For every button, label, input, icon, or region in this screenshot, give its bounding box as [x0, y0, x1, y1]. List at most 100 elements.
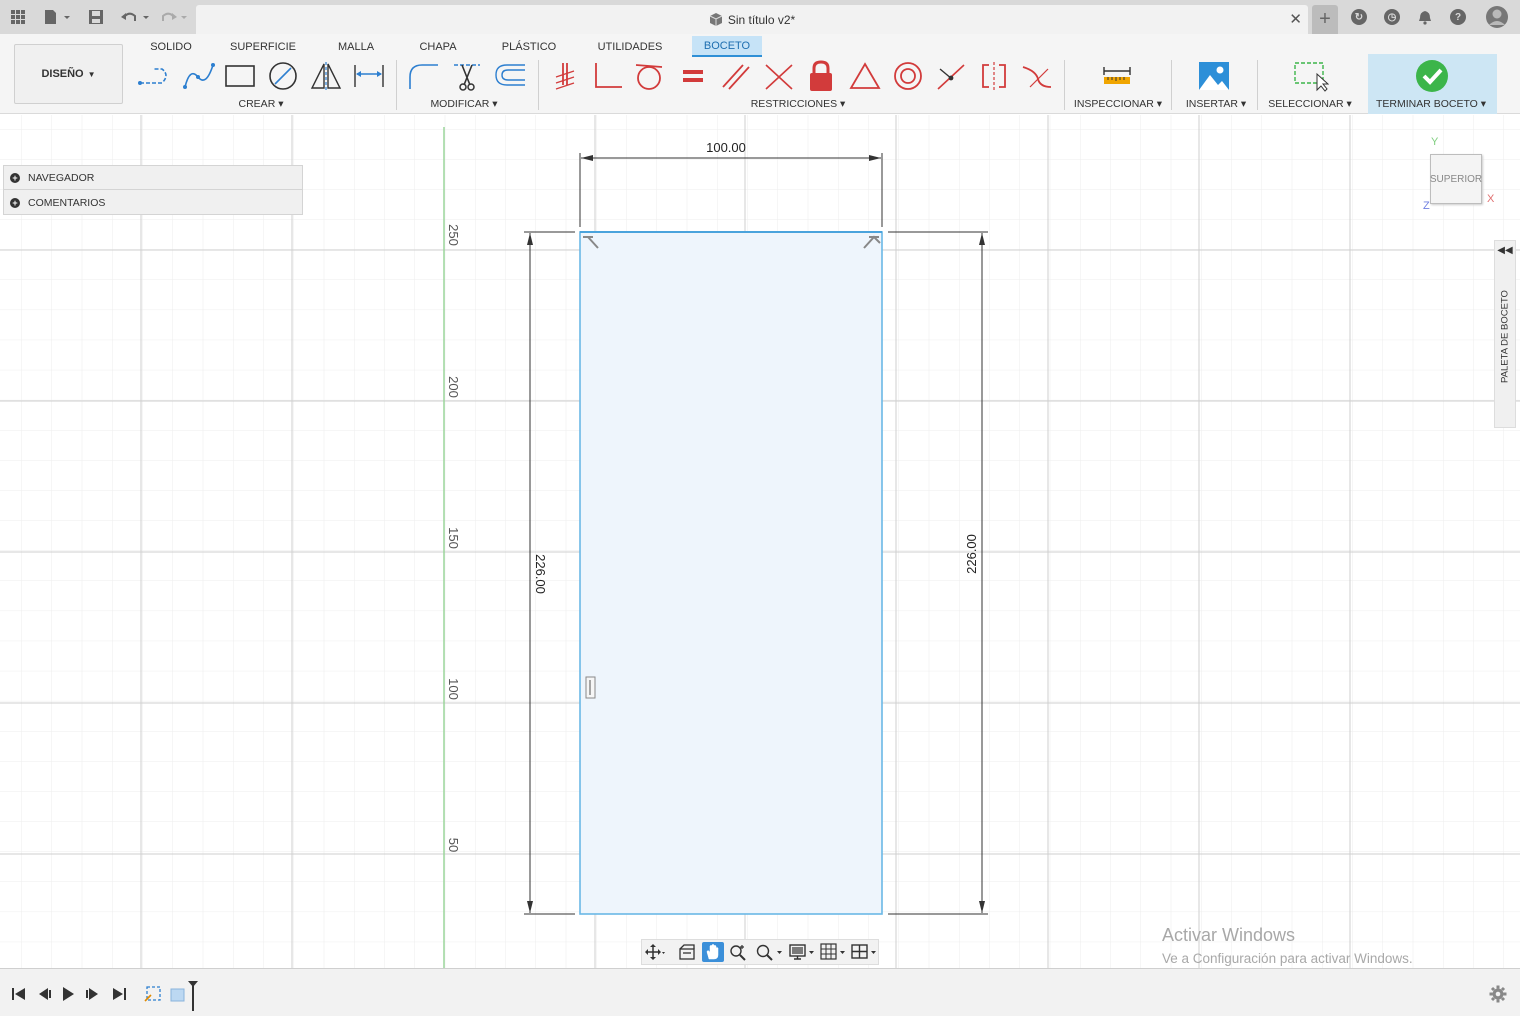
sketch-rectangle[interactable] [579, 231, 883, 915]
fillet-tool-icon[interactable] [404, 57, 442, 95]
orbit-icon[interactable] [644, 942, 666, 962]
job-status-icon[interactable]: ◷ [1384, 9, 1400, 25]
timeline-settings-gear-icon[interactable] [1488, 984, 1508, 1004]
axis-y-label: Y [1431, 136, 1439, 148]
document-title-text: Sin título v2* [727, 13, 796, 27]
viewports-settings-icon[interactable] [850, 942, 880, 962]
extensions-icon[interactable]: ↻ [1351, 9, 1367, 25]
comments-row[interactable]: + COMENTARIOS [4, 191, 302, 215]
tab-sketch[interactable]: BOCETO [692, 36, 762, 57]
step-back-icon[interactable] [34, 984, 54, 1004]
offset-tool-icon[interactable] [491, 57, 529, 95]
file-menu-icon[interactable] [40, 0, 74, 34]
save-icon[interactable] [86, 0, 106, 34]
expand-plus-icon[interactable]: + [10, 173, 20, 183]
concentric-constraint-icon[interactable] [889, 57, 927, 95]
horizontal-vertical-constraint-icon[interactable] [932, 57, 970, 95]
dimension-height-right-value[interactable]: 226.00 [964, 534, 979, 574]
fix-lock-constraint-icon[interactable] [802, 57, 840, 95]
sketch-palette-tab[interactable]: ◀◀ PALETA DE BOCETO [1494, 240, 1516, 428]
document-tab[interactable]: Sin título v2* ✕ [196, 5, 1308, 34]
user-avatar[interactable] [1484, 0, 1510, 34]
document-cube-icon [709, 12, 723, 29]
grid-snap-settings-icon[interactable] [819, 942, 849, 962]
navigation-toolbar [641, 939, 879, 965]
curvature-constraint-icon[interactable] [1018, 57, 1056, 95]
dropdown-caret-icon: ▼ [87, 69, 96, 79]
trim-tool-icon[interactable] [448, 57, 486, 95]
expand-left-icon[interactable]: ◀◀ [1495, 245, 1515, 256]
timeline-marker-icon[interactable] [183, 979, 203, 1011]
insert-canvas-image-icon[interactable] [1195, 57, 1233, 95]
parallel-constraint-icon[interactable] [717, 57, 755, 95]
look-at-icon[interactable] [676, 942, 698, 962]
fusion-app-window: Sin título v2* ✕ + ↻ ◷ ? DISEÑO ▼ SOLIDO … [0, 0, 1520, 1016]
group-create-label: CREAR [238, 98, 276, 110]
step-forward-icon[interactable] [83, 984, 103, 1004]
close-tab-icon[interactable]: ✕ [1289, 10, 1302, 28]
mirror-tool-icon[interactable] [307, 57, 345, 95]
line-tool-icon[interactable] [136, 57, 174, 95]
tab-surface[interactable]: SUPERFICIE [228, 36, 298, 57]
spline-tool-icon[interactable] [180, 57, 218, 95]
display-settings-icon[interactable] [788, 942, 818, 962]
navigator-row[interactable]: + NAVEGADOR [4, 166, 302, 190]
perpendicular-constraint-icon[interactable] [588, 57, 626, 95]
workspace-switcher-button[interactable]: DISEÑO ▼ [14, 44, 123, 104]
window-select-icon[interactable] [1292, 57, 1330, 95]
sketch-dimension-tool-icon[interactable] [350, 57, 388, 95]
redo-icon[interactable] [158, 0, 192, 34]
ruler-tick-label: 100 [446, 678, 461, 700]
help-icon[interactable]: ? [1450, 9, 1466, 25]
undo-icon[interactable] [118, 0, 152, 34]
apps-grid-icon[interactable] [6, 0, 30, 34]
dimension-height-left-value[interactable]: 226.00 [533, 554, 548, 594]
collinear-constraint-icon[interactable] [760, 57, 798, 95]
group-create-dropdown[interactable]: CREAR ▾ [239, 98, 284, 110]
coincident-constraint-icon[interactable] [545, 57, 583, 95]
equal-constraint-icon[interactable] [674, 57, 712, 95]
sketch-canvas[interactable]: 100.00 226.00 226.00 250 200 150 100 50 … [0, 115, 1520, 968]
tab-mesh[interactable]: MALLA [330, 36, 382, 57]
group-insert-label: INSERTAR [1185, 98, 1238, 110]
group-inspect-dropdown[interactable]: INSPECCIONAR ▾ [1074, 98, 1162, 110]
group-modify-dropdown[interactable]: MODIFICAR ▾ [430, 98, 497, 110]
tab-utilities[interactable]: UTILIDADES [592, 36, 668, 57]
finish-sketch-check-icon[interactable] [1413, 57, 1451, 95]
document-title: Sin título v2* [196, 12, 1308, 29]
group-constraints-dropdown[interactable]: RESTRICCIONES ▾ [751, 98, 846, 110]
midpoint-constraint-icon[interactable] [846, 57, 884, 95]
symmetry-constraint-icon[interactable] [975, 57, 1013, 95]
timeline-sketch-feature-icon[interactable] [144, 984, 164, 1004]
view-cube[interactable]: SUPERIOR [1430, 154, 1482, 204]
circle-tool-icon[interactable] [264, 57, 302, 95]
tangent-constraint-icon[interactable] [630, 57, 668, 95]
dimension-width-value[interactable]: 100.00 [706, 140, 746, 155]
pan-hand-icon[interactable] [702, 942, 724, 962]
axis-x-label: X [1487, 193, 1495, 205]
axis-z-label: Z [1423, 200, 1430, 212]
canvas-drawing: 100.00 226.00 226.00 250 200 150 100 50 [0, 115, 1520, 968]
comments-label: COMENTARIOS [28, 197, 106, 209]
measure-tool-icon[interactable] [1098, 57, 1136, 95]
tab-sheet-metal[interactable]: CHAPA [412, 36, 464, 57]
new-tab-button[interactable]: + [1312, 5, 1338, 34]
view-cube-face-label: SUPERIOR [1429, 173, 1483, 185]
zoom-icon[interactable] [727, 942, 749, 962]
notifications-bell-icon[interactable] [1416, 0, 1434, 34]
ribbon-separator [538, 60, 539, 110]
go-to-start-icon[interactable] [9, 984, 29, 1004]
fit-zoom-window-icon[interactable] [754, 942, 784, 962]
rectangle-tool-icon[interactable] [221, 57, 259, 95]
group-finish-label: TERMINAR BOCETO [1375, 98, 1478, 110]
group-finish-dropdown[interactable]: TERMINAR BOCETO ▾ [1376, 98, 1486, 110]
ribbon-separator [1257, 60, 1258, 110]
horizontal-constraint-glyph-icon[interactable] [585, 676, 596, 699]
go-to-end-icon[interactable] [109, 984, 129, 1004]
tab-solid[interactable]: SOLIDO [142, 36, 200, 57]
group-insert-dropdown[interactable]: INSERTAR ▾ [1186, 98, 1246, 110]
expand-plus-icon[interactable]: + [10, 198, 20, 208]
play-icon[interactable] [58, 984, 78, 1004]
group-select-dropdown[interactable]: SELECCIONAR ▾ [1268, 98, 1351, 110]
tab-plastic[interactable]: PLÁSTICO [496, 36, 562, 57]
